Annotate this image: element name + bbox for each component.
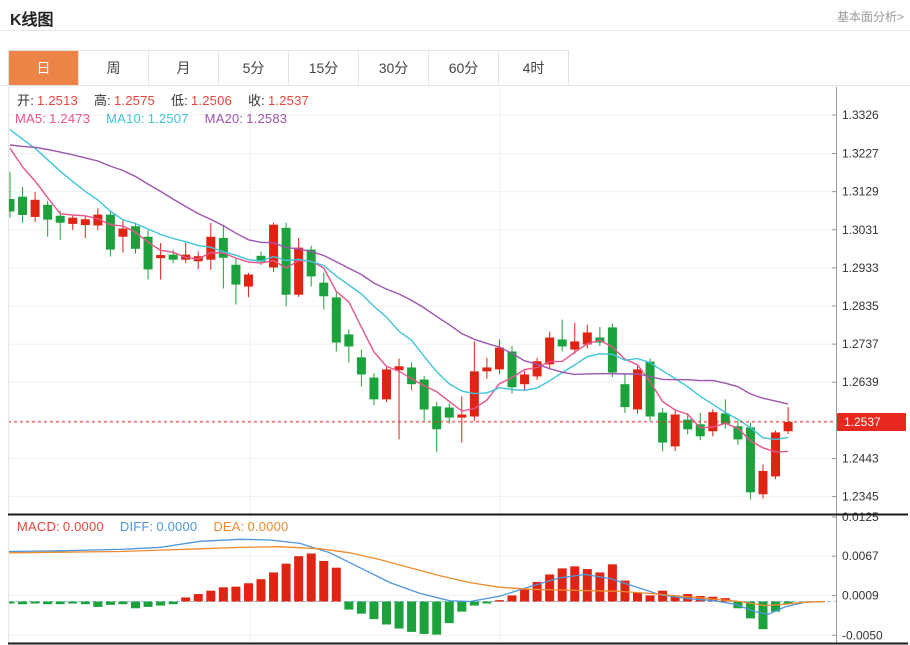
dea-value: DEA:0.0000: [213, 519, 288, 534]
svg-text:1.2835: 1.2835: [842, 299, 879, 313]
tab-周[interactable]: 周: [78, 51, 148, 85]
svg-text:1.3227: 1.3227: [842, 147, 879, 161]
svg-text:1.2737: 1.2737: [842, 337, 879, 351]
high-value: 高:1.2575: [94, 93, 155, 108]
ma10-value: MA10:1.2507: [106, 111, 189, 126]
ohlc-legend: 开:1.2513 高:1.2575 低:1.2506 收:1.2537: [17, 90, 325, 109]
ma5-value: MA5:1.2473: [15, 111, 90, 126]
last-price-value: 1.2537: [844, 415, 881, 429]
tab-15分[interactable]: 15分: [288, 51, 358, 85]
ma-legend: MA5:1.2473 MA10:1.2507 MA20:1.2583: [15, 111, 303, 126]
close-value: 收:1.2537: [248, 93, 309, 108]
tab-4时[interactable]: 4时: [498, 51, 568, 85]
open-value: 开:1.2513: [17, 93, 78, 108]
macd-value: MACD:0.0000: [17, 519, 104, 534]
diff-value: DIFF:0.0000: [120, 519, 197, 534]
svg-text:1.3031: 1.3031: [842, 223, 879, 237]
svg-text:0.0009: 0.0009: [842, 588, 879, 602]
candlestick-chart[interactable]: 1.3326 1.3227 1.3129 1.3031 1.2933 1.2835 1.27…: [0, 86, 910, 645]
svg-text:0.0125: 0.0125: [842, 510, 879, 524]
tab-30分[interactable]: 30分: [358, 51, 428, 85]
svg-text:0.0067: 0.0067: [842, 549, 879, 563]
macd-legend: MACD:0.0000 DIFF:0.0000 DEA:0.0000: [17, 519, 304, 534]
svg-text:1.3326: 1.3326: [842, 108, 879, 122]
svg-text:-0.0050: -0.0050: [842, 628, 883, 642]
kline-widget: K线图 基本面分析> 日周月5分15分30分60分4时 1.3326 1.3227…: [0, 0, 910, 645]
svg-text:1.2639: 1.2639: [842, 375, 879, 389]
ma20-value: MA20:1.2583: [205, 111, 288, 126]
low-value: 低:1.2506: [171, 93, 232, 108]
header-divider: [0, 30, 910, 31]
fundamental-analysis-link[interactable]: 基本面分析>: [837, 8, 904, 25]
tab-5分[interactable]: 5分: [218, 51, 288, 85]
tab-60分[interactable]: 60分: [428, 51, 498, 85]
svg-text:1.2443: 1.2443: [842, 451, 879, 465]
page-title: K线图: [10, 6, 54, 30]
tab-日[interactable]: 日: [9, 51, 78, 85]
period-tab-bar: 日周月5分15分30分60分4时: [8, 50, 569, 86]
svg-text:1.2933: 1.2933: [842, 261, 879, 275]
last-price-tag: 1.2537: [837, 413, 906, 431]
svg-text:1.2345: 1.2345: [842, 490, 879, 504]
svg-text:1.3129: 1.3129: [842, 185, 879, 199]
tab-月[interactable]: 月: [148, 51, 218, 85]
